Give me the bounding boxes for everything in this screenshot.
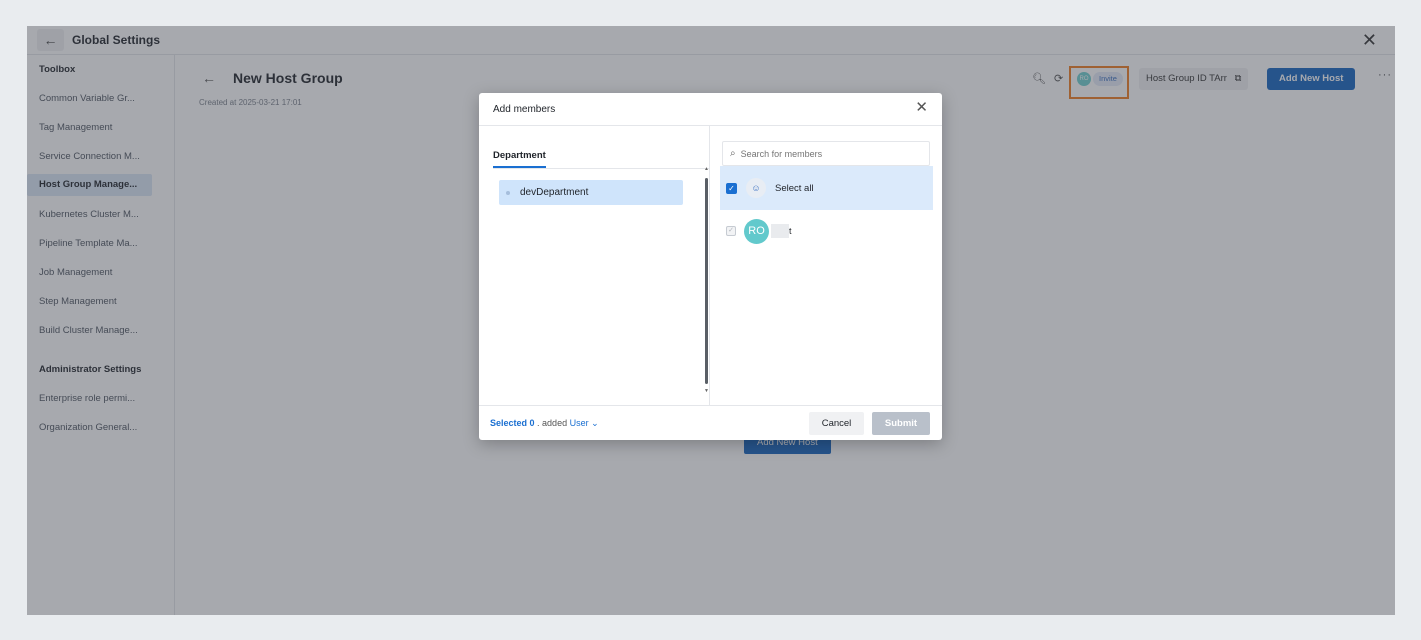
- close-icon[interactable]: ✕: [915, 100, 928, 116]
- search-input[interactable]: [740, 148, 911, 159]
- select-all-label: Select all: [775, 182, 814, 194]
- bullet-icon: [506, 190, 510, 195]
- department-pane: Department devDepartment ▲ ▼: [479, 126, 710, 405]
- checkbox-disabled-icon: ✓: [726, 226, 736, 236]
- scrollbar[interactable]: [705, 178, 708, 384]
- tab-department[interactable]: Department: [493, 150, 546, 168]
- selection-summary: Selected 0 . added User ⌄: [490, 418, 599, 429]
- add-members-dialog: Add members ✕ Department devDepartment ▲…: [479, 93, 942, 440]
- chevron-down-icon: ⌄: [591, 418, 599, 428]
- list-item[interactable]: ✓ RO t: [720, 215, 933, 247]
- scroll-up-icon[interactable]: ▲: [704, 166, 709, 172]
- select-all-row[interactable]: ✓ ☺︎ Select all: [720, 166, 933, 210]
- name-redaction: [771, 224, 789, 238]
- user-type-dropdown[interactable]: User ⌄: [570, 418, 599, 428]
- dialog-footer: Selected 0 . added User ⌄ Cancel Submit: [479, 405, 942, 440]
- submit-button[interactable]: Submit: [872, 412, 930, 435]
- added-text: . added: [537, 418, 568, 428]
- cancel-button[interactable]: Cancel: [809, 412, 864, 435]
- search-box[interactable]: ⌕: [722, 141, 930, 166]
- search-icon: ⌕: [730, 148, 736, 159]
- selected-count: Selected 0: [490, 418, 535, 428]
- department-item[interactable]: devDepartment: [499, 180, 683, 205]
- scroll-down-icon[interactable]: ▼: [704, 388, 709, 394]
- member-name: t: [789, 226, 792, 236]
- department-label: devDepartment: [520, 187, 589, 198]
- members-pane: ⌕ ✓ ☺︎ Select all ✓ RO t: [711, 126, 942, 405]
- dialog-title: Add members: [493, 104, 556, 115]
- avatar: RO: [744, 218, 769, 244]
- checkbox-checked-icon[interactable]: ✓: [726, 182, 737, 194]
- users-icon: ☺︎: [746, 178, 766, 198]
- dialog-header: Add members ✕: [479, 93, 942, 126]
